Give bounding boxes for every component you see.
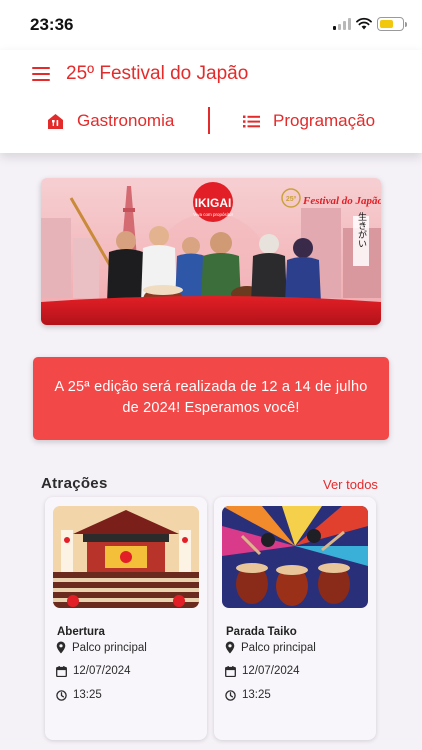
restaurant-icon	[48, 113, 63, 129]
calendar-icon	[225, 665, 236, 677]
attraction-date: 12/07/2024	[225, 665, 300, 677]
attraction-card[interactable]: Abertura Palco principal 12/07/2024 13:2…	[45, 497, 207, 740]
attraction-time: 13:25	[56, 689, 102, 701]
attraction-time: 13:25	[225, 689, 271, 701]
edition-notice: A 25ª edição será realizada de 12 a 14 d…	[33, 357, 389, 440]
app-header: 25º Festival do Japão Gastronomia Progra…	[0, 50, 422, 153]
attraction-image	[53, 506, 199, 608]
attraction-date-text: 12/07/2024	[73, 665, 131, 677]
battery-icon	[377, 17, 407, 31]
status-bar: 23:36	[0, 0, 422, 50]
tab-gastronomia[interactable]: Gastronomia	[47, 108, 174, 134]
attraction-card[interactable]: Parada Taiko Palco principal 12/07/2024 …	[214, 497, 376, 740]
banner-badge-tagline: Viva com propósito!	[193, 212, 232, 217]
attractions-title: Atrações	[41, 475, 108, 492]
location-pin-icon	[56, 641, 66, 654]
clock-icon	[225, 689, 236, 701]
app-title: 25º Festival do Japão	[66, 63, 249, 84]
location-pin-icon	[225, 641, 235, 654]
attraction-place-text: Palco principal	[241, 641, 316, 654]
signal-icon	[333, 18, 351, 30]
see-all-link[interactable]: Ver todos	[323, 477, 378, 492]
tab-programacao-label: Programação	[273, 111, 376, 130]
attraction-place: Palco principal	[225, 641, 316, 654]
attraction-name: Abertura	[57, 626, 105, 638]
clock-icon	[56, 689, 67, 701]
list-icon	[243, 115, 260, 127]
wifi-icon	[356, 17, 372, 30]
attraction-place: Palco principal	[56, 641, 147, 654]
attraction-time-text: 13:25	[73, 689, 102, 701]
attraction-date: 12/07/2024	[56, 665, 131, 677]
tab-divider	[208, 107, 210, 134]
banner-logo-prefix: 25º	[286, 196, 297, 203]
festival-banner[interactable]: IKIGAI Viva com propósito! 25º Festival …	[41, 178, 381, 325]
hamburger-menu-icon[interactable]	[32, 67, 50, 82]
calendar-icon	[56, 665, 67, 677]
attraction-name: Parada Taiko	[226, 626, 297, 638]
banner-badge: IKIGAI	[195, 196, 232, 210]
attraction-place-text: Palco principal	[72, 641, 147, 654]
status-time: 23:36	[30, 15, 74, 34]
attraction-image	[222, 506, 368, 608]
attraction-time-text: 13:25	[242, 689, 271, 701]
banner-logo-text: Festival do Japão	[302, 195, 381, 207]
tab-programacao[interactable]: Programação	[243, 108, 375, 134]
attraction-date-text: 12/07/2024	[242, 665, 300, 677]
banner-vertical-text: 生きがい	[356, 211, 367, 248]
tab-gastronomia-label: Gastronomia	[77, 111, 175, 130]
